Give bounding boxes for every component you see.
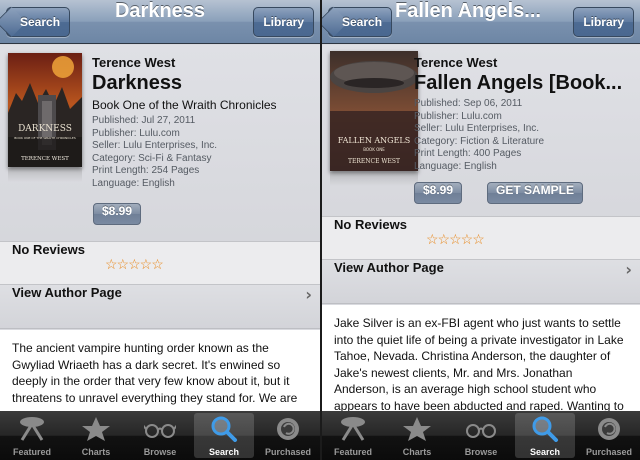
price-button[interactable]: $8.99 — [93, 203, 142, 225]
book-meta: Terence West Fallen Angels [Book... Publ… — [414, 55, 634, 173]
book-header: FALLEN ANGELS BOOK ONE TERENCE WEST Tere… — [322, 45, 640, 229]
book-cover[interactable]: DARKNESS BOOK ONE OF THE WRAITH CHRONICL… — [8, 53, 82, 167]
left-screen: Search Darkness Library DARKNESS BOOK ON… — [0, 0, 320, 460]
book-author: Terence West — [92, 55, 176, 70]
category: Category: Fiction & Literature — [414, 135, 545, 147]
tab-browse[interactable]: Browse — [130, 413, 190, 458]
cover-reflection — [330, 172, 418, 186]
category: Category: Sci-Fi & Fantasy — [92, 152, 212, 164]
print-length: Print Length: 254 Pages — [92, 165, 200, 176]
purchased-icon — [598, 418, 620, 440]
tab-bar: Featured Charts Browse Search Purchased — [0, 411, 320, 460]
cover-author: TERENCE WEST — [348, 158, 400, 165]
tab-search[interactable]: Search — [194, 413, 254, 458]
book-description: The ancient vampire hunting order known … — [0, 330, 320, 411]
page-title: Darkness — [114, 0, 206, 22]
tab-label: Charts — [81, 447, 111, 457]
published-date: Published: Jul 27, 2011 — [92, 115, 196, 126]
tab-label: Charts — [402, 447, 432, 457]
tab-label: Browse — [143, 447, 177, 457]
tab-label: Featured — [12, 447, 51, 457]
tab-label: Purchased — [264, 447, 312, 457]
book-meta: Terence West Darkness Book One of the Wr… — [92, 55, 314, 190]
rating-stars-icon: ☆☆☆☆☆ — [426, 231, 485, 247]
right-screen: Search Fallen Angels... Library FALLEN A… — [322, 0, 640, 460]
view-author-page-row[interactable]: View Author Page › — [322, 260, 640, 304]
book-cover[interactable]: FALLEN ANGELS BOOK ONE TERENCE WEST — [330, 51, 418, 171]
cover-title: DARKNESS — [18, 124, 72, 134]
book-details: Published: Sep 06, 2011 Publisher: Lulu.… — [414, 98, 634, 173]
book-title: Fallen Angels [Book... — [414, 72, 623, 94]
search-back-button[interactable]: Search — [328, 7, 393, 37]
tab-label: Purchased — [585, 447, 633, 457]
glasses-icon — [466, 424, 496, 438]
featured-icon — [20, 417, 44, 441]
publisher: Publisher: Lulu.com — [414, 110, 502, 122]
tab-search[interactable]: Search — [515, 413, 575, 458]
library-button[interactable]: Library — [573, 7, 634, 37]
print-length: Print Length: 400 Pages — [414, 148, 522, 159]
cover-subtitle: BOOK ONE — [363, 147, 385, 152]
cover-reflection — [8, 168, 82, 182]
tab-featured[interactable]: Featured — [2, 413, 62, 458]
seller: Seller: Lulu Enterprises, Inc. — [92, 140, 218, 151]
tab-purchased[interactable]: Purchased — [579, 413, 639, 458]
view-author-page-label: View Author Page — [12, 285, 122, 300]
tab-charts[interactable]: Charts — [387, 413, 447, 458]
book-author: Terence West — [414, 55, 498, 70]
get-sample-button[interactable]: GET SAMPLE — [487, 182, 584, 204]
published-date: Published: Sep 06, 2011 — [414, 98, 523, 109]
tab-label: Browse — [464, 447, 498, 457]
tab-featured[interactable]: Featured — [323, 413, 383, 458]
tab-purchased[interactable]: Purchased — [258, 413, 318, 458]
book-details: Published: Jul 27, 2011 Publisher: Lulu.… — [92, 115, 314, 190]
nav-bar: Search Darkness Library — [0, 0, 320, 44]
page-title: Fallen Angels... — [395, 0, 541, 22]
rating-stars-icon: ☆☆☆☆☆ — [105, 256, 164, 272]
star-icon — [403, 417, 431, 441]
cover-subtitle: BOOK ONE OF THE WRAITH CHRONICLES — [14, 136, 76, 140]
tab-label: Search — [529, 447, 561, 457]
search-icon — [211, 416, 237, 442]
reviews-label: No Reviews — [334, 217, 407, 232]
book-description: Jake Silver is an ex-FBI agent who just … — [322, 305, 640, 411]
cover-author: TERENCE WEST — [21, 156, 69, 162]
search-icon — [532, 416, 558, 442]
purchased-icon — [277, 418, 299, 440]
library-button[interactable]: Library — [253, 7, 314, 37]
reviews-row: No Reviews ☆☆☆☆☆ — [0, 241, 320, 285]
language: Language: English — [92, 177, 175, 189]
book-subtitle: Book One of the Wraith Chronicles — [92, 98, 277, 112]
nav-bar: Search Fallen Angels... Library — [322, 0, 640, 44]
glasses-icon — [144, 424, 176, 438]
book-header: DARKNESS BOOK ONE OF THE WRAITH CHRONICL… — [0, 45, 320, 241]
publisher: Publisher: Lulu.com — [92, 127, 180, 139]
star-icon — [82, 417, 110, 441]
tab-charts[interactable]: Charts — [66, 413, 126, 458]
tab-label: Featured — [333, 447, 372, 457]
reviews-label: No Reviews — [12, 242, 85, 257]
language: Language: English — [414, 160, 497, 172]
view-author-page-label: View Author Page — [334, 260, 444, 275]
tab-label: Search — [208, 447, 240, 457]
price-button[interactable]: $8.99 — [414, 182, 463, 204]
view-author-page-row[interactable]: View Author Page › — [0, 285, 320, 329]
cover-title: FALLEN ANGELS — [338, 136, 410, 145]
book-title: Darkness — [92, 72, 183, 94]
chevron-right-icon: › — [305, 285, 312, 304]
reviews-row: No Reviews ☆☆☆☆☆ — [322, 216, 640, 260]
featured-icon — [341, 417, 365, 441]
tab-browse[interactable]: Browse — [451, 413, 511, 458]
chevron-right-icon: › — [625, 260, 632, 279]
search-back-button[interactable]: Search — [6, 7, 71, 37]
tab-bar: Featured Charts Browse Search Purchased — [322, 411, 640, 460]
seller: Seller: Lulu Enterprises, Inc. — [414, 123, 540, 134]
